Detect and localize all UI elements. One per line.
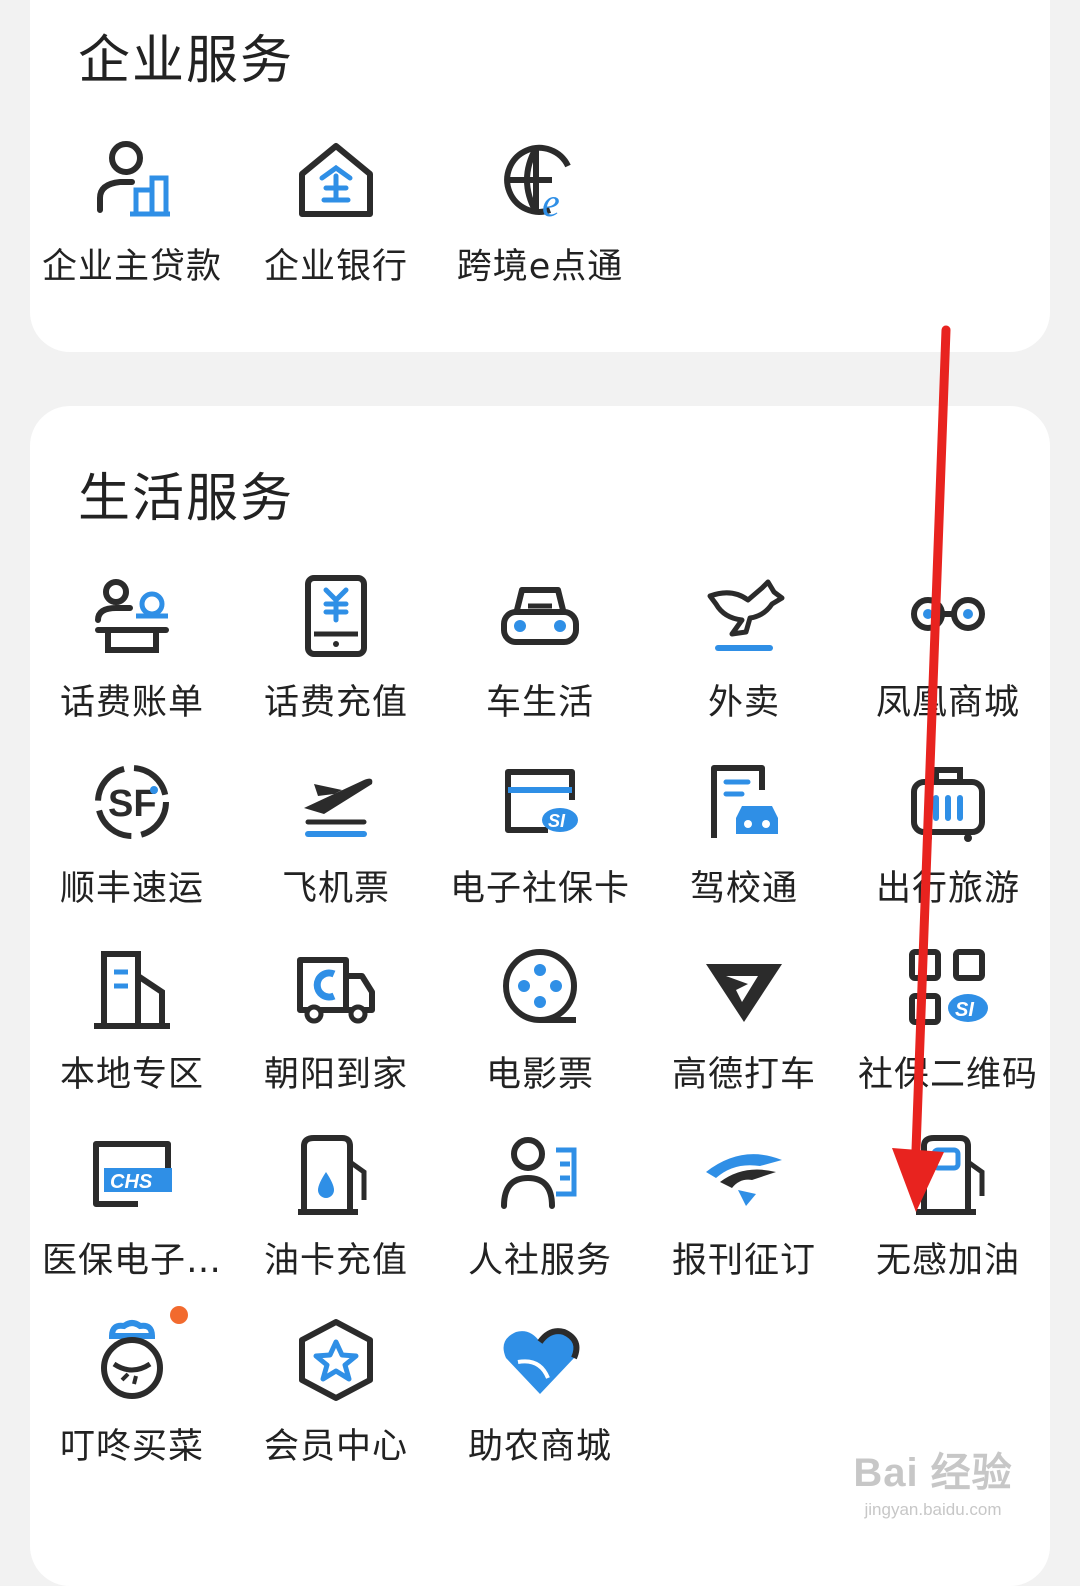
film-reel-icon bbox=[498, 946, 582, 1030]
svg-text:CHS: CHS bbox=[110, 1171, 153, 1193]
movie-ticket-label: 电影票 bbox=[485, 1055, 594, 1095]
newspaper-label: 报刊征订 bbox=[671, 1241, 816, 1281]
cross-border-label: 跨境e点通 bbox=[456, 247, 624, 287]
svg-text:SF: SF bbox=[108, 783, 157, 825]
driving-school-item[interactable]: 驾校通 bbox=[642, 760, 846, 940]
svg-text:SI: SI bbox=[955, 999, 974, 1021]
chs-card-icon: CHS bbox=[90, 1132, 174, 1216]
phone-bill-label: 话费账单 bbox=[59, 683, 204, 723]
heart-leaf-icon bbox=[498, 1318, 582, 1402]
social-card-label: 电子社保卡 bbox=[449, 869, 630, 909]
fuel-card-icon bbox=[294, 1132, 378, 1216]
hr-service-item[interactable]: 人社服务 bbox=[438, 1132, 642, 1312]
amap-taxi-item[interactable]: 高德打车 bbox=[642, 946, 846, 1126]
local-zone-item[interactable]: 本地专区 bbox=[30, 946, 234, 1126]
svg-text:e: e bbox=[542, 180, 560, 222]
globe-e-icon: e bbox=[498, 138, 582, 222]
enterprise-bank-label: 企业银行 bbox=[263, 247, 408, 287]
newspaper-item[interactable]: 报刊征订 bbox=[642, 1132, 846, 1312]
person-service-icon bbox=[498, 1132, 582, 1216]
phoenix-mall-item[interactable]: 凤凰商城 bbox=[846, 574, 1050, 754]
car-icon bbox=[498, 574, 582, 658]
driving-school-label: 驾校通 bbox=[689, 869, 798, 909]
phone-bill-item[interactable]: 话费账单 bbox=[30, 574, 234, 754]
frictionless-fuel-label: 无感加油 bbox=[875, 1241, 1020, 1281]
dingdong-label: 叮咚买菜 bbox=[59, 1427, 204, 1467]
fuel-pump-icon bbox=[906, 1132, 990, 1216]
life-services-card: 生活服务 话费账单 话费充值 车生活 外卖 凤凰商城 SF 顺丰速运 飞机票 S… bbox=[30, 406, 1050, 1586]
farm-mall-label: 助农商城 bbox=[467, 1427, 612, 1467]
travel-label: 出行旅游 bbox=[875, 869, 1020, 909]
frictionless-fuel-item[interactable]: 无感加油 bbox=[846, 1132, 1050, 1312]
enterprise-bank-item[interactable]: 企业银行 bbox=[234, 138, 438, 318]
phone-recharge-label: 话费充值 bbox=[263, 683, 408, 723]
medical-insurance-label: 医保电子… bbox=[41, 1241, 222, 1281]
kangaroo-icon bbox=[702, 574, 786, 658]
member-center-label: 会员中心 bbox=[263, 1427, 408, 1467]
farm-mall-item[interactable]: 助农商城 bbox=[438, 1318, 642, 1498]
enterprise-services-card: 企业服务 企业主贷款 企业银行 e 跨境e点通 bbox=[30, 0, 1050, 352]
air-ticket-label: 飞机票 bbox=[281, 869, 390, 909]
newspaper-icon bbox=[702, 1132, 786, 1216]
luggage-icon bbox=[906, 760, 990, 844]
phone-bill-icon bbox=[90, 574, 174, 658]
amap-icon bbox=[702, 946, 786, 1030]
dingdong-icon bbox=[90, 1318, 174, 1402]
chaoyang-home-item[interactable]: 朝阳到家 bbox=[234, 946, 438, 1126]
social-security-card-icon: SI bbox=[498, 760, 582, 844]
phoenix-mall-label: 凤凰商城 bbox=[875, 683, 1020, 723]
local-zone-label: 本地专区 bbox=[59, 1055, 204, 1095]
chaoyang-home-label: 朝阳到家 bbox=[263, 1055, 408, 1095]
notification-badge bbox=[170, 1306, 188, 1324]
member-star-icon bbox=[294, 1318, 378, 1402]
hr-service-label: 人社服务 bbox=[467, 1241, 612, 1281]
enterprise-loan-label: 企业主贷款 bbox=[41, 247, 222, 287]
movie-ticket-item[interactable]: 电影票 bbox=[438, 946, 642, 1126]
cross-border-item[interactable]: e 跨境e点通 bbox=[438, 138, 642, 318]
car-life-item[interactable]: 车生活 bbox=[438, 574, 642, 754]
social-card-item[interactable]: SI 电子社保卡 bbox=[438, 760, 642, 940]
fuel-card-label: 油卡充值 bbox=[263, 1241, 408, 1281]
section-title-life: 生活服务 bbox=[78, 469, 295, 529]
enterprise-loan-item[interactable]: 企业主贷款 bbox=[30, 138, 234, 318]
user-building-icon bbox=[90, 138, 174, 222]
svg-text:SI: SI bbox=[548, 811, 566, 831]
section-title-enterprise: 企业服务 bbox=[78, 31, 295, 91]
social-qr-item[interactable]: SI 社保二维码 bbox=[846, 946, 1050, 1126]
medical-insurance-item[interactable]: CHS 医保电子… bbox=[30, 1132, 234, 1312]
baidu-jingyan-watermark: Bai 经验 jingyan.baidu.com bbox=[828, 1440, 1038, 1520]
local-building-icon bbox=[90, 946, 174, 1030]
sf-express-icon: SF bbox=[90, 760, 174, 844]
social-qr-label: 社保二维码 bbox=[857, 1055, 1038, 1095]
air-ticket-item[interactable]: 飞机票 bbox=[234, 760, 438, 940]
mall-icon bbox=[906, 574, 990, 658]
phone-recharge-item[interactable]: 话费充值 bbox=[234, 574, 438, 754]
delivery-truck-icon bbox=[294, 946, 378, 1030]
qr-code-icon: SI bbox=[906, 946, 990, 1030]
airplane-icon bbox=[294, 760, 378, 844]
phone-recharge-icon bbox=[294, 574, 378, 658]
watermark-url: jingyan.baidu.com bbox=[864, 1500, 1002, 1519]
watermark-logo: Bai 经验 bbox=[853, 1451, 1013, 1495]
takeout-item[interactable]: 外卖 bbox=[642, 574, 846, 754]
amap-taxi-label: 高德打车 bbox=[671, 1055, 816, 1095]
takeout-label: 外卖 bbox=[707, 683, 780, 723]
sf-express-label: 顺丰速运 bbox=[59, 869, 204, 909]
dingdong-item[interactable]: 叮咚买菜 bbox=[30, 1306, 234, 1498]
enterprise-house-icon bbox=[294, 138, 378, 222]
member-center-item[interactable]: 会员中心 bbox=[234, 1318, 438, 1498]
sf-express-item[interactable]: SF 顺丰速运 bbox=[30, 760, 234, 940]
fuel-card-item[interactable]: 油卡充值 bbox=[234, 1132, 438, 1312]
driving-school-icon bbox=[702, 760, 786, 844]
travel-item[interactable]: 出行旅游 bbox=[846, 760, 1050, 940]
car-life-label: 车生活 bbox=[485, 683, 594, 723]
